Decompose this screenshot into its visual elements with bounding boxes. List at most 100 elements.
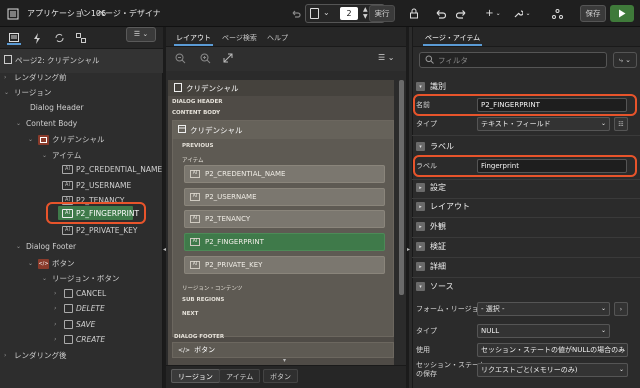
prop-source-type-label: タイプ <box>416 327 437 335</box>
session-label-line1: セッション・ステート <box>416 361 486 369</box>
tree-node-items[interactable]: ⌄ アイテム <box>42 150 81 161</box>
layout-item-username[interactable]: AI P2_USERNAME <box>184 188 385 206</box>
chevron-down-icon[interactable]: ⌄ <box>28 260 35 267</box>
create-menu-icon[interactable]: + ⌄ <box>484 5 502 22</box>
collapse-icon: ▾ <box>416 282 425 291</box>
collapse-bottom-icon[interactable]: ▾ <box>283 357 286 364</box>
group-layout[interactable]: ▸ レイアウト <box>416 199 638 214</box>
undo-icon[interactable] <box>290 5 302 22</box>
session-state-select[interactable]: リクエストごと(メモリーのみ) ⌄ <box>477 363 628 377</box>
tree-node-buttons[interactable]: ⌄ </> ボタン <box>28 258 75 269</box>
layout-item-private-key[interactable]: AI P2_PRIVATE_KEY <box>184 256 385 274</box>
group-identification[interactable]: ▾ 識別 <box>416 79 638 94</box>
tree-menu-button[interactable]: ☰ ⌄ <box>126 27 156 42</box>
tree-node-content-body[interactable]: ⌄ Content Body <box>16 119 77 128</box>
group-advanced[interactable]: ▸ 詳細 <box>416 259 638 274</box>
tree-node-regions[interactable]: ⌄ リージョン <box>4 87 51 98</box>
tree-node-label: レンダリング後 <box>14 351 67 360</box>
chevron-right-icon[interactable]: › <box>4 74 11 81</box>
button-code-icon: </> <box>38 258 49 269</box>
app-menu-icon[interactable] <box>5 5 21 22</box>
rendering-tab-icon[interactable] <box>7 31 21 45</box>
tree-item-username[interactable]: AI P2_USERNAME <box>62 181 131 190</box>
chevron-down-icon[interactable]: ⌄ <box>42 152 49 159</box>
list-options-icon[interactable]: ☷ <box>614 117 628 131</box>
processing-tab-icon[interactable] <box>52 31 66 45</box>
utilities-wrench-icon[interactable]: ⌄ <box>512 5 532 22</box>
property-filter-input[interactable]: フィルタ <box>419 52 607 68</box>
chevron-right-icon[interactable]: › <box>54 305 61 312</box>
layout-item-fingerprint[interactable]: AI P2_FINGERPRINT <box>184 233 385 251</box>
run-button[interactable]: 実行 <box>369 5 395 22</box>
tree-button-create[interactable]: › CREATE <box>54 335 105 344</box>
group-appearance[interactable]: ▸ 外観 <box>416 219 638 234</box>
chevron-down-icon[interactable]: ⌄ <box>16 243 23 250</box>
layout-item-credential-name[interactable]: AI P2_CREDENTIAL_NAME <box>184 165 385 183</box>
page-stepper-icon[interactable]: ▲ ▼ <box>363 6 368 20</box>
tree-item-private-key[interactable]: AI P2_PRIVATE_KEY <box>62 226 138 235</box>
tree-node-page[interactable]: ページ2: クリデンシャル <box>4 55 100 66</box>
chevron-right-icon[interactable]: › <box>614 302 628 316</box>
chevron-down-icon: ⌄ <box>600 120 606 127</box>
group-label[interactable]: ▾ ラベル <box>416 139 638 154</box>
gallery-tab-buttons[interactable]: ボタン <box>263 369 298 383</box>
footer-buttons-block[interactable]: </> ボタン <box>172 342 394 358</box>
tree-item-credential-name[interactable]: AI P2_CREDENTIAL_NAME <box>62 165 162 174</box>
footer-button-label: ボタン <box>194 346 216 354</box>
layout-menu-icon[interactable]: ☰ ⌄ <box>378 53 394 62</box>
collapse-right-icon[interactable]: ▸ <box>407 246 410 253</box>
tab-help[interactable]: ヘルプ <box>267 33 288 43</box>
redo-arrow-icon[interactable] <box>453 5 469 22</box>
shared-components-tab-icon[interactable] <box>74 31 88 45</box>
tree-node-credential-region[interactable]: ⌄ クリデンシャル <box>28 134 105 145</box>
tree-button-delete[interactable]: › DELETE <box>54 304 105 313</box>
tree-node-after-render[interactable]: › レンダリング後 <box>4 350 67 361</box>
form-region-select[interactable]: - 選択 - ⌄ <box>477 302 610 316</box>
chevron-down-icon[interactable]: ⌄ <box>4 89 11 96</box>
lock-icon[interactable] <box>406 5 422 22</box>
used-select[interactable]: セッション・ステートの値がNULLの場合のみ ⌄ <box>477 343 628 357</box>
zoom-out-icon[interactable] <box>175 53 186 66</box>
chevron-down-icon[interactable]: ⌄ <box>323 8 330 17</box>
dynamic-actions-tab-icon[interactable] <box>30 31 44 45</box>
save-and-run-button[interactable] <box>610 5 634 22</box>
chevron-right-icon[interactable]: › <box>54 321 61 328</box>
expand-icon[interactable] <box>223 53 233 65</box>
chevron-down-icon[interactable]: ⌄ <box>28 136 35 143</box>
group-validation[interactable]: ▸ 検証 <box>416 239 638 254</box>
filter-options-button[interactable]: ⤷ ⌄ <box>613 52 637 68</box>
zoom-in-icon[interactable] <box>200 53 211 66</box>
right-splitter[interactable] <box>406 27 409 388</box>
shared-components-icon[interactable] <box>549 5 565 22</box>
layout-scrollbar[interactable] <box>399 80 404 295</box>
credential-region-block[interactable]: クリデンシャル <box>172 120 394 337</box>
chevron-right-icon[interactable]: › <box>54 336 61 343</box>
undo-arrow-icon[interactable] <box>432 5 448 22</box>
tree-button-cancel[interactable]: › CANCEL <box>54 289 106 298</box>
chevron-down-icon[interactable]: ⌄ <box>16 120 23 127</box>
tree-node-dialog-header[interactable]: Dialog Header <box>30 103 84 112</box>
save-button[interactable]: 保存 <box>580 5 606 22</box>
layout-item-tenancy[interactable]: AI P2_TENANCY <box>184 210 385 228</box>
chevron-right-icon[interactable]: › <box>54 290 61 297</box>
breadcrumb-app[interactable]: アプリケーション106 <box>27 8 106 19</box>
chevron-down-icon[interactable]: ⌄ <box>42 275 49 282</box>
type-select[interactable]: テキスト・フィールド ⌄ <box>477 117 610 131</box>
chevron-down-icon: ⌄ <box>600 327 606 334</box>
group-settings[interactable]: ▸ 設定 <box>416 180 638 195</box>
region-content-slot: リージョン・コンテンツ <box>182 286 243 292</box>
source-type-select[interactable]: NULL ⌄ <box>477 324 610 338</box>
page-number-input[interactable]: 2 <box>340 7 358 20</box>
tab-layout[interactable]: レイアウト <box>174 33 213 46</box>
tree-node-dialog-footer[interactable]: ⌄ Dialog Footer <box>16 242 76 251</box>
group-source[interactable]: ▾ ソース <box>416 279 638 294</box>
text-item-icon: AI <box>190 261 200 269</box>
tree-node-before-render[interactable]: › レンダリング前 <box>4 72 67 83</box>
gallery-tab-regions[interactable]: リージョン <box>171 369 220 383</box>
tab-page-item[interactable]: ページ・アイテム <box>422 33 483 46</box>
tree-button-save[interactable]: › SAVE <box>54 320 95 329</box>
tree-node-region-buttons[interactable]: ⌄ リージョン・ボタン <box>42 273 119 284</box>
chevron-right-icon[interactable]: › <box>4 352 11 359</box>
gallery-tab-items[interactable]: アイテム <box>219 369 261 383</box>
tab-page-search[interactable]: ページ検索 <box>222 33 257 43</box>
